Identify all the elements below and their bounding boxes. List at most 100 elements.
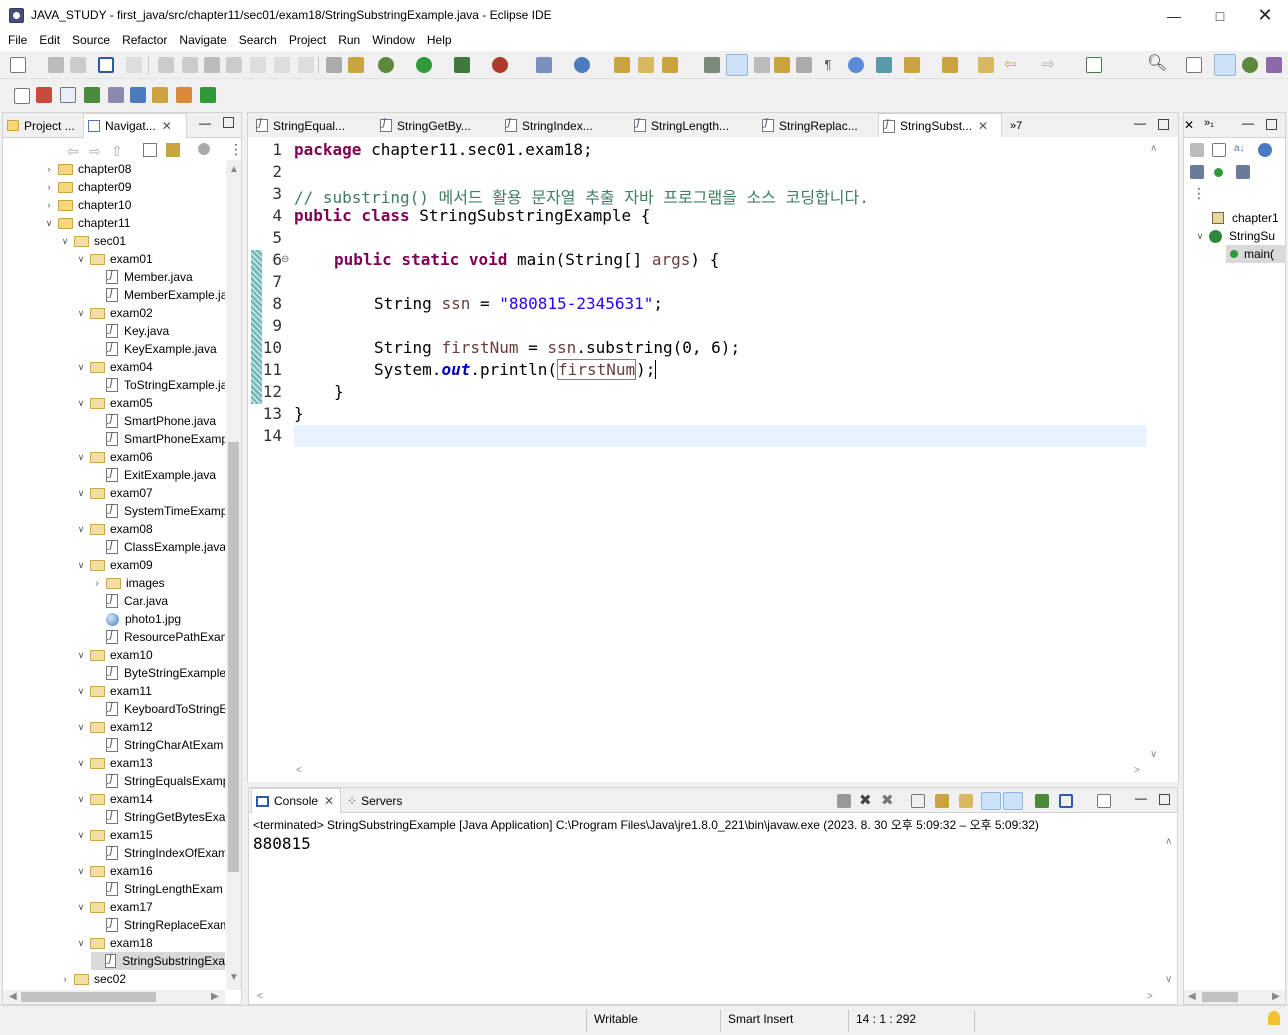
tab-string-indexof[interactable]: StringIndex...: [501, 113, 625, 138]
tree-item[interactable]: SystemTimeExamp: [91, 502, 225, 520]
minimize-view-icon[interactable]: —: [199, 116, 211, 130]
chevron-down-icon[interactable]: ∨: [43, 218, 55, 229]
terminate-icon[interactable]: [204, 57, 220, 73]
debug-icon[interactable]: [378, 57, 394, 73]
minimize-button[interactable]: —: [1151, 0, 1197, 31]
tree-vertical-scrollbar[interactable]: ▲ ▼: [226, 160, 241, 990]
outline-method[interactable]: main(: [1226, 245, 1286, 263]
tree-item[interactable]: ResourcePathExam: [91, 628, 225, 646]
run-icon[interactable]: [416, 57, 432, 73]
tree-item[interactable]: SmartPhoneExamp: [91, 430, 225, 448]
menu-window[interactable]: Window: [366, 31, 421, 51]
scroll-thumb[interactable]: [21, 992, 156, 1002]
menu-project[interactable]: Project: [283, 31, 332, 51]
tree-item[interactable]: KeyExample.java: [91, 340, 217, 358]
show-on-stdout-icon[interactable]: [981, 792, 1001, 810]
java-perspective-icon[interactable]: [1214, 54, 1236, 76]
tree-item[interactable]: KeyboardToStringE: [91, 700, 225, 718]
step-return-icon[interactable]: [298, 57, 314, 73]
tree-item[interactable]: StringCharAtExam: [91, 736, 223, 754]
toggle-block-icon[interactable]: [754, 57, 770, 73]
chevron-down-icon[interactable]: ∨: [75, 722, 87, 733]
chevron-down-icon[interactable]: ∨: [75, 452, 87, 463]
download-icon[interactable]: [200, 87, 216, 103]
tree-item[interactable]: SmartPhone.java: [91, 412, 216, 430]
tab-navigator[interactable]: Navigat... ✕: [83, 113, 187, 139]
search-tool-icon[interactable]: [662, 57, 678, 73]
new-icon[interactable]: [10, 57, 26, 73]
chevron-right-icon[interactable]: ›: [43, 182, 55, 192]
view-menu-icon[interactable]: [198, 143, 210, 155]
menu-file[interactable]: File: [2, 31, 33, 51]
tree-item[interactable]: Member.java: [91, 268, 193, 286]
menu-navigate[interactable]: Navigate: [173, 31, 232, 51]
new-java-project-icon[interactable]: [536, 57, 552, 73]
chevron-right-icon[interactable]: ›: [91, 578, 103, 588]
remove-launch-icon[interactable]: ✖: [859, 791, 872, 809]
scroll-up-icon[interactable]: ∧: [1150, 143, 1157, 154]
tree-item[interactable]: ∨ exam15: [75, 826, 153, 844]
tree-item[interactable]: ∨ exam10: [75, 646, 153, 664]
tree-item[interactable]: › chapter10: [43, 196, 132, 214]
coverage-icon[interactable]: [454, 57, 470, 73]
open-console-icon[interactable]: [98, 57, 114, 73]
toggle-ant-icon[interactable]: [704, 57, 720, 73]
menu-edit[interactable]: Edit: [33, 31, 66, 51]
tree-item[interactable]: StringLengthExam: [91, 880, 223, 898]
tree-item[interactable]: StringGetBytesExar: [91, 808, 225, 826]
save-icon[interactable]: [48, 57, 64, 73]
chevron-down-icon[interactable]: ∨: [75, 524, 87, 535]
overflow-icon[interactable]: »₁: [1204, 117, 1214, 129]
scroll-right-icon[interactable]: >: [1147, 991, 1153, 1002]
tree-item[interactable]: ∨ chapter11: [43, 214, 131, 232]
chevron-down-icon[interactable]: ∨: [75, 308, 87, 319]
tree-item[interactable]: StringEqualsExamp: [91, 772, 225, 790]
task-list-icon[interactable]: [36, 87, 52, 103]
scroll-right-icon[interactable]: ▶: [211, 991, 219, 1002]
next-annotation-icon[interactable]: [774, 57, 790, 73]
console-output[interactable]: 880815: [253, 834, 311, 853]
tab-string-replace[interactable]: StringReplac...: [758, 113, 878, 138]
terminate-icon[interactable]: [837, 794, 851, 808]
minimize-view-icon[interactable]: —: [1134, 116, 1146, 130]
scroll-left-icon[interactable]: <: [296, 765, 302, 776]
tree-item[interactable]: Key.java: [91, 322, 169, 340]
tab-string-equals[interactable]: StringEqual...: [252, 113, 372, 138]
forward-icon[interactable]: ⇨: [1042, 57, 1058, 75]
status-insert-mode[interactable]: Smart Insert: [728, 1012, 793, 1026]
close-icon[interactable]: ✕: [324, 794, 334, 808]
maximize-button[interactable]: □: [1197, 0, 1243, 31]
step-into-icon[interactable]: [250, 57, 266, 73]
menu-run[interactable]: Run: [332, 31, 366, 51]
tab-overflow[interactable]: »7: [1006, 113, 1030, 138]
tab-string-getbytes[interactable]: StringGetBy...: [376, 113, 496, 138]
back-icon[interactable]: ⇦: [67, 143, 79, 160]
tab-string-length[interactable]: StringLength...: [630, 113, 754, 138]
use-step-filters-icon[interactable]: [348, 57, 364, 73]
scroll-thumb[interactable]: [228, 442, 239, 872]
clear-console-icon[interactable]: [911, 794, 925, 808]
tree-item[interactable]: MemberExample.ja: [91, 286, 225, 304]
git-repo-icon[interactable]: [176, 87, 192, 103]
minimize-view-icon[interactable]: —: [1242, 116, 1254, 130]
chevron-right-icon[interactable]: ›: [43, 200, 55, 210]
scroll-right-icon[interactable]: ▶: [1272, 991, 1280, 1002]
chevron-down-icon[interactable]: ∨: [75, 758, 87, 769]
sort-icon[interactable]: [130, 87, 146, 103]
scroll-right-icon[interactable]: >: [1134, 765, 1140, 776]
scroll-up-icon[interactable]: ∧: [1165, 836, 1172, 847]
hide-nonpublic-icon[interactable]: [1214, 168, 1223, 177]
tree-item[interactable]: ∨ exam07: [75, 484, 153, 502]
prev-annotation-icon[interactable]: [796, 57, 812, 73]
tree-item[interactable]: › images: [91, 574, 165, 592]
tree-item[interactable]: ∨ exam08: [75, 520, 153, 538]
tree-item[interactable]: ByteStringExample: [91, 664, 225, 682]
chevron-down-icon[interactable]: ∨: [75, 650, 87, 661]
close-window-button[interactable]: ✕: [1242, 0, 1288, 31]
maximize-view-icon[interactable]: [1159, 794, 1170, 805]
scroll-thumb[interactable]: [1202, 992, 1238, 1002]
scroll-left-icon[interactable]: ◀: [9, 991, 17, 1002]
tree-item[interactable]: StringSubstringExa: [91, 952, 225, 970]
tree-item[interactable]: ∨ exam17: [75, 898, 153, 916]
drop-to-frame-icon[interactable]: [326, 57, 342, 73]
